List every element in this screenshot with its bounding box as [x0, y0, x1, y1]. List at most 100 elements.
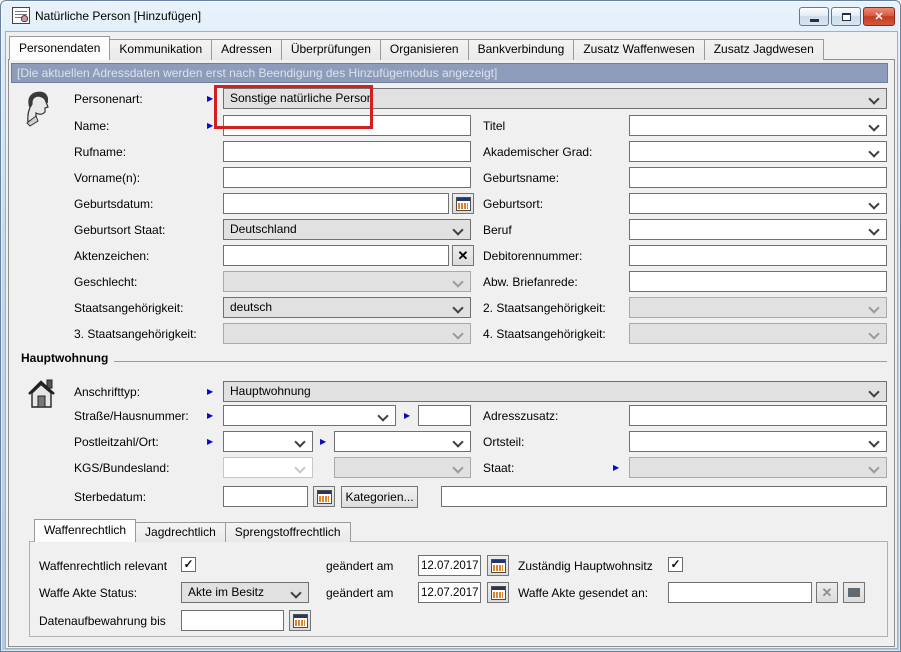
label-debitorennummer: Debitorennummer: [483, 249, 582, 263]
maximize-button[interactable] [831, 7, 861, 26]
sub-tabstrip: Waffenrechtlich Jagdrechtlich Sprengstof… [34, 520, 350, 542]
kategorien-input[interactable] [441, 486, 887, 507]
label-akademischer-grad: Akademischer Grad: [483, 145, 592, 159]
tab-bankverbindung[interactable]: Bankverbindung [468, 39, 575, 60]
label-staatsangehoerigkeit: Staatsangehörigkeit: [74, 301, 183, 315]
label-strasse: Straße/Hausnummer: [74, 409, 189, 423]
label-ortsteil: Ortsteil: [483, 435, 524, 449]
waffenrechtlich-relevant-checkbox[interactable]: ✓ [181, 557, 196, 572]
label-vorname: Vorname(n): [74, 171, 140, 185]
strasse-combobox[interactable] [223, 405, 396, 426]
notice-banner: [Die aktuellen Adressdaten werden erst n… [11, 63, 888, 83]
label-anschrifttyp: Anschrifttyp: [74, 385, 140, 399]
required-arrow-icon: ▶ [207, 121, 213, 130]
house-icon [27, 378, 57, 409]
label-personenart: Personenart: [74, 92, 143, 106]
label-waffe-akte-gesendet-an: Waffe Akte gesendet an: [518, 586, 648, 600]
label-zustaendig-hauptwohnsitz: Zuständig Hauptwohnsitz [518, 559, 653, 573]
section-title-hauptwohnung: Hauptwohnung [21, 351, 108, 365]
label-waffe-akte-status: Waffe Akte Status: [39, 586, 137, 600]
datenaufbewahrung-input[interactable] [181, 610, 284, 631]
geaendert-am-2-calendar-button[interactable] [487, 582, 509, 603]
maximize-icon [842, 13, 851, 21]
geaendert-am-1-calendar-button[interactable] [487, 555, 509, 576]
staatsangehoerigkeit2-combobox [629, 297, 887, 318]
chevron-down-icon [377, 410, 388, 421]
titel-combobox[interactable] [629, 115, 887, 136]
chevron-down-icon [294, 436, 305, 447]
sterbedatum-calendar-button[interactable] [313, 486, 335, 507]
close-icon: ✕ [874, 10, 883, 23]
staatsangehoerigkeit3-combobox [223, 323, 471, 344]
ortsteil-combobox[interactable] [629, 431, 887, 452]
close-button[interactable]: ✕ [863, 7, 895, 26]
gesendet-an-clear-button[interactable]: ✕ [816, 582, 838, 603]
gesendet-an-comment-button[interactable] [843, 582, 865, 603]
tab-zusatz-jagdwesen[interactable]: Zusatz Jagdwesen [704, 39, 824, 60]
geburtsdatum-input[interactable] [223, 193, 449, 214]
geburtsort-combobox[interactable] [629, 193, 887, 214]
required-arrow-icon: ▶ [320, 437, 326, 446]
abw-briefanrede-input[interactable] [629, 271, 887, 292]
subtab-waffenrechtlich[interactable]: Waffenrechtlich [34, 519, 136, 542]
label-geburtsname: Geburtsname: [483, 171, 559, 185]
subtab-jagdrechtlich[interactable]: Jagdrechtlich [135, 522, 226, 542]
minimize-button[interactable] [799, 7, 829, 26]
zustaendig-hauptwohnsitz-checkbox[interactable]: ✓ [668, 557, 683, 572]
label-plz-ort: Postleitzahl/Ort: [74, 435, 159, 449]
required-arrow-icon: ▶ [207, 411, 213, 420]
ort-combobox[interactable] [334, 431, 471, 452]
chevron-down-icon [868, 146, 879, 157]
window-natuerliche-person: Natürliche Person [Hinzufügen] ✕ Persone… [0, 0, 901, 652]
personenart-combobox[interactable]: Sonstige natürliche Person [223, 88, 887, 109]
akademischer-grad-combobox[interactable] [629, 141, 887, 162]
chevron-down-icon [868, 328, 879, 339]
label-geaendert-am-1: geändert am [326, 559, 393, 573]
label-datenaufbewahrung: Datenaufbewahrung bis [39, 614, 166, 628]
tab-organisieren[interactable]: Organisieren [380, 39, 469, 60]
aktenzeichen-clear-button[interactable]: ✕ [452, 245, 474, 266]
required-arrow-icon: ▶ [207, 387, 213, 396]
vorname-input[interactable] [223, 167, 471, 188]
chevron-down-icon [452, 436, 463, 447]
label-adresszusatz: Adresszusatz: [483, 409, 558, 423]
chevron-down-icon [868, 198, 879, 209]
rufname-input[interactable] [223, 141, 471, 162]
geburtsname-input[interactable] [629, 167, 887, 188]
label-kgs-bundesland: KGS/Bundesland: [74, 461, 169, 475]
tab-ueberpruefungen[interactable]: Überprüfungen [281, 39, 381, 60]
person-icon [24, 89, 52, 127]
comment-icon [848, 588, 860, 597]
label-beruf: Beruf [483, 223, 512, 237]
geaendert-am-2-input[interactable] [418, 582, 481, 603]
calendar-icon [491, 559, 506, 573]
geburtsdatum-calendar-button[interactable] [452, 193, 474, 214]
datenaufbewahrung-calendar-button[interactable] [289, 610, 311, 631]
adresszusatz-input[interactable] [629, 405, 887, 426]
required-arrow-icon: ▶ [404, 411, 410, 420]
hausnummer-input[interactable] [418, 405, 471, 426]
tab-zusatz-waffenwesen[interactable]: Zusatz Waffenwesen [573, 39, 704, 60]
tab-adressen[interactable]: Adressen [211, 39, 282, 60]
geaendert-am-1-input[interactable] [418, 555, 481, 576]
anschrifttyp-combobox[interactable]: Hauptwohnung [223, 381, 887, 402]
staatsangehoerigkeit-combobox[interactable]: deutsch [223, 297, 471, 318]
tab-kommunikation[interactable]: Kommunikation [109, 39, 212, 60]
waffe-akte-gesendet-an-input[interactable] [668, 582, 812, 603]
name-input[interactable] [223, 115, 471, 136]
sterbedatum-input[interactable] [223, 486, 308, 507]
waffe-akte-status-combobox[interactable]: Akte im Besitz [181, 582, 309, 603]
geburtsort-staat-combobox[interactable]: Deutschland [223, 219, 471, 240]
label-geschlecht: Geschlecht: [74, 275, 137, 289]
kategorien-button[interactable]: Kategorien... [341, 486, 418, 508]
label-geburtsdatum: Geburtsdatum: [74, 197, 153, 211]
plz-combobox[interactable] [223, 431, 313, 452]
label-aktenzeichen: Aktenzeichen: [74, 249, 149, 263]
aktenzeichen-input[interactable] [223, 245, 449, 266]
tab-personendaten[interactable]: Personendaten [9, 36, 110, 60]
label-sterbedatum: Sterbedatum: [74, 490, 146, 504]
label-staatsangehoerigkeit4: 4. Staatsangehörigkeit: [483, 327, 606, 341]
debitorennummer-input[interactable] [629, 245, 887, 266]
beruf-combobox[interactable] [629, 219, 887, 240]
subtab-sprengstoffrechtlich[interactable]: Sprengstoffrechtlich [225, 522, 351, 542]
